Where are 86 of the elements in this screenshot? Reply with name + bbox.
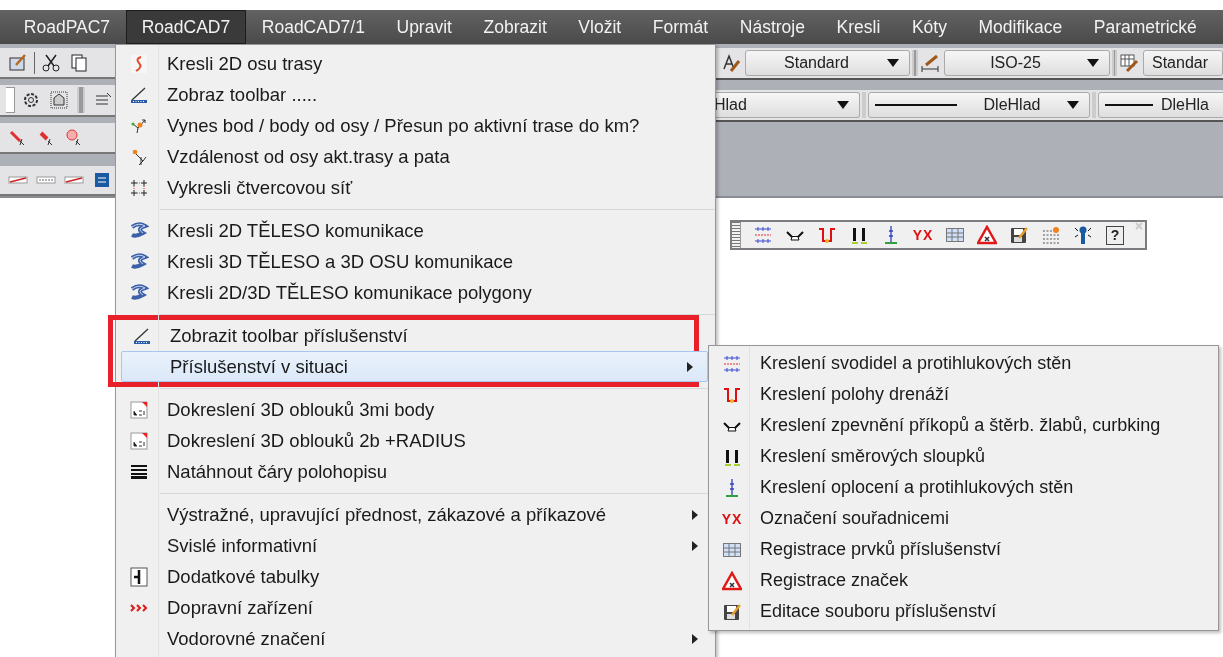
script-file-icon	[129, 399, 149, 420]
menu-item[interactable]: Vynes bod / body od osy / Přesun po aktivní trase do km?	[118, 110, 713, 141]
toolbar-button[interactable]: ?	[1099, 222, 1131, 248]
menu-item[interactable]: Parametrické	[1077, 10, 1213, 44]
warning-sign-icon	[977, 225, 997, 245]
submenu-arrow-icon	[692, 540, 698, 551]
menu-item[interactable]: Kóty	[896, 10, 963, 44]
menu-item[interactable]: Modifikace	[962, 10, 1078, 44]
submenu-arrow-icon	[692, 633, 698, 644]
dropdown-arrow-icon	[887, 59, 899, 67]
dimension-style-icon	[919, 53, 940, 73]
menu-item[interactable]: Dokreslení 3D oblouků 3mi body	[118, 394, 713, 425]
submenu-arrow-icon	[687, 361, 693, 372]
edit-file-icon	[1009, 225, 1029, 245]
menu-item[interactable]: Svislé informativní	[118, 530, 713, 561]
dropdown[interactable]: DleHlad	[868, 92, 1090, 118]
copy-icon	[69, 52, 89, 73]
menu-item[interactable]: Dopravní zařízení	[118, 592, 713, 623]
menu-item[interactable]: RoadCAD7	[125, 10, 246, 44]
toolbar-grip[interactable]	[732, 222, 741, 248]
dropdown[interactable]: DleHla	[1098, 92, 1223, 118]
submenu-arrow-icon	[692, 509, 698, 520]
warning-sign-icon	[722, 570, 742, 591]
scissors-icon	[41, 52, 61, 73]
toolbar-grip[interactable]	[77, 87, 85, 114]
menu-item[interactable]: Kresli 3D TĚLESO a 3D OSU komunikace	[118, 246, 713, 277]
dropdown[interactable]: Standar	[1143, 50, 1223, 76]
menu-item[interactable]: Vzdálenost od osy akt.trasy a pata	[118, 141, 713, 172]
menu-item[interactable]: Příslušenství v situaci	[121, 351, 708, 382]
menu-item[interactable]: Upravit	[380, 10, 468, 44]
bracket-sign-icon	[129, 566, 149, 587]
menu-item[interactable]: YX Označení souřadnicemi	[711, 503, 1216, 534]
road-icon	[129, 251, 149, 272]
guardrail-icon	[722, 353, 742, 374]
dropdown[interactable]: ISO-25	[943, 50, 1110, 76]
menu-item[interactable]: RoadCAD7/1	[246, 10, 381, 44]
menu-item[interactable]: RoadPAC7	[8, 10, 126, 44]
menu-item[interactable]: Kreslení směrových sloupků	[711, 441, 1216, 472]
menu-item[interactable]: Vykresli čtvercovou síť	[118, 172, 713, 203]
menu-item[interactable]: Kreslení svodidel a protihlukových stěn	[711, 348, 1216, 379]
road-icon	[129, 282, 149, 303]
coordinates-icon: YX	[721, 510, 743, 527]
dropdown-arrow-icon	[1067, 101, 1079, 109]
menu-item[interactable]: Zobrazit toolbar příslušenství	[121, 320, 708, 351]
menu-item[interactable]: Zobraz toolbar .....	[118, 79, 713, 110]
dropdown[interactable]: Standard	[745, 50, 910, 76]
menu-item[interactable]: Editace souboru příslušenství	[711, 596, 1216, 627]
help-icon[interactable]: ?	[1106, 225, 1124, 245]
menu-item[interactable]: Výstražné, upravující přednost, zákazové a příkazové	[118, 499, 713, 530]
posts-icon	[849, 225, 869, 245]
menu-item[interactable]: Vodorovné značení	[118, 623, 713, 654]
table-icon	[945, 225, 965, 245]
grid-icon	[129, 177, 149, 198]
edit-icon	[8, 52, 28, 73]
coordinates-icon: YX	[912, 227, 934, 243]
menu-item[interactable]: Registrace značek	[711, 565, 1216, 596]
menu-item[interactable]: Formát	[636, 10, 724, 44]
toolbar-grip[interactable]	[912, 50, 918, 76]
menu-item[interactable]: Nástroje	[723, 10, 821, 44]
road-icon	[129, 220, 149, 241]
menu-item[interactable]: Kresli	[820, 10, 897, 44]
menu-item[interactable]: Natáhnout čáry polohopisu	[118, 456, 713, 487]
menu-item[interactable]: Kreslení oplocení a protihlukových stěn	[711, 472, 1216, 503]
table-style-icon	[1119, 53, 1139, 73]
menu-item[interactable]: Dokreslení 3D oblouků 2b +RADIUS	[118, 425, 713, 456]
menu-item[interactable]: Kresli 2D TĚLESO komunikace	[118, 215, 713, 246]
dropdown-arrow-icon	[837, 101, 849, 109]
menu-item[interactable]: Kreslení zpevnění příkopů a štěrb. žlabů, curbking	[711, 410, 1216, 441]
menu-item[interactable]: Kresli 2D osu trasy	[118, 48, 713, 79]
house-frame-icon	[49, 90, 69, 111]
dropdown-arrow-icon	[1086, 59, 1099, 67]
menu-item[interactable]: Registrace prvků příslušenství	[711, 534, 1216, 565]
toolbar-button[interactable]: YX	[907, 222, 939, 248]
menu-item[interactable]: Kreslení polohy drenáží	[711, 379, 1216, 410]
curve-icon	[129, 53, 149, 74]
menu-item[interactable]: Kresli 2D/3D TĚLESO komunikace polygony	[118, 277, 713, 308]
menu-item[interactable]: Vložit	[562, 10, 637, 44]
pillar-icon	[1073, 225, 1093, 245]
drain-icon	[817, 225, 837, 245]
script-file-icon	[129, 430, 149, 451]
menu-item[interactable]: Zobrazit	[467, 10, 563, 44]
guardrail-icon	[753, 225, 773, 245]
markings-icon	[1041, 225, 1061, 245]
text-style-icon	[721, 53, 741, 73]
toolbar-grip[interactable]	[1111, 50, 1117, 76]
menu-item[interactable]: Dodatkové tabulky	[118, 561, 713, 592]
